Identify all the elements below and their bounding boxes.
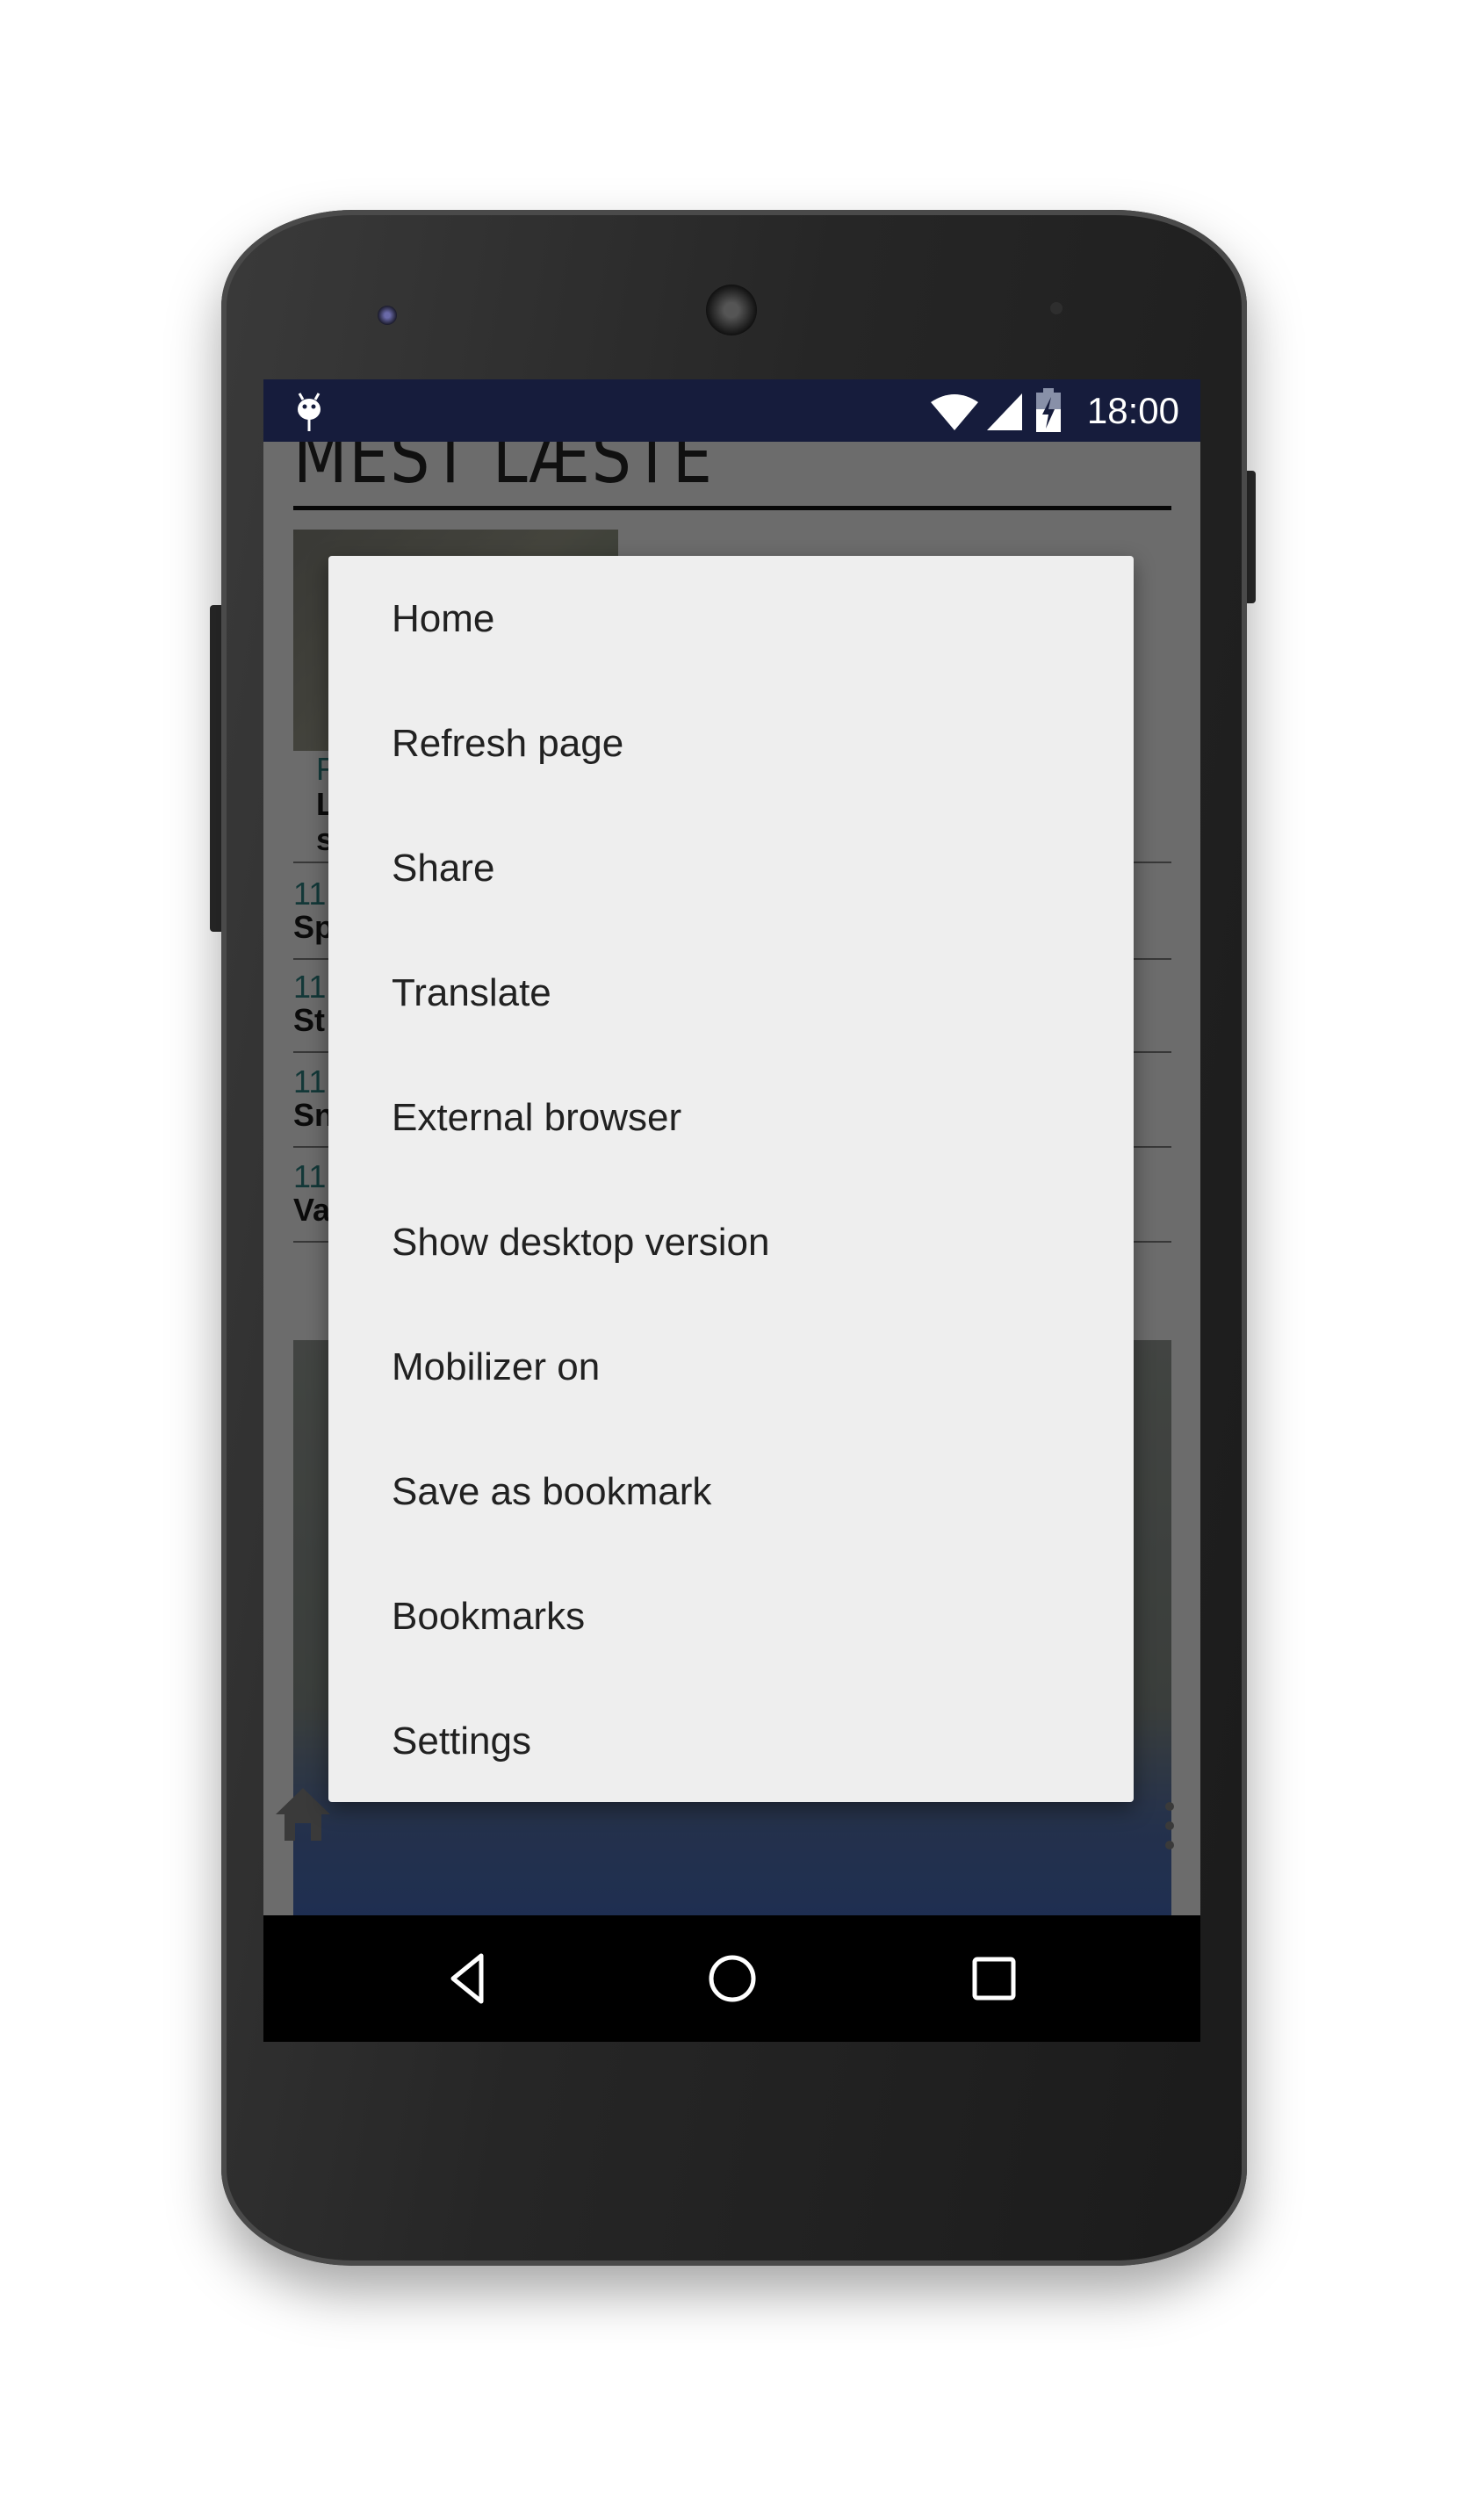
article-title: St — [293, 1002, 325, 1038]
cell-signal-icon — [987, 393, 1022, 430]
options-menu: Home Refresh page Share Translate Extern… — [328, 556, 1134, 1802]
menu-item-refresh-page[interactable]: Refresh page — [328, 681, 1134, 806]
menu-item-bookmarks[interactable]: Bookmarks — [328, 1554, 1134, 1679]
article-time: 11 — [293, 969, 327, 1005]
menu-item-external-browser[interactable]: External browser — [328, 1056, 1134, 1180]
menu-item-show-desktop-version[interactable]: Show desktop version — [328, 1180, 1134, 1305]
navigation-bar — [263, 1915, 1200, 2042]
status-time: 18:00 — [1086, 390, 1179, 431]
article-time: 11 — [293, 1158, 327, 1194]
headline-rule — [293, 506, 1171, 510]
menu-item-settings[interactable]: Settings — [328, 1679, 1134, 1804]
home-icon[interactable] — [274, 1784, 332, 1842]
volume-button — [210, 605, 221, 932]
home-nav-icon[interactable] — [704, 1950, 760, 2007]
screen: 18:00 MEST LÆSTE F L s 11 Sp 11 St 11 Sn 11… — [263, 379, 1200, 2042]
article-time: 11 — [293, 876, 327, 912]
menu-item-translate[interactable]: Translate — [328, 931, 1134, 1056]
menu-item-save-as-bookmark[interactable]: Save as bookmark — [328, 1430, 1134, 1554]
menu-item-home[interactable]: Home — [328, 557, 1134, 681]
back-icon[interactable] — [441, 1950, 497, 2007]
status-bar: 18:00 — [263, 379, 1200, 442]
proximity-sensor — [1050, 302, 1063, 314]
overflow-menu-icon[interactable] — [1165, 1802, 1174, 1849]
menu-item-share[interactable]: Share — [328, 806, 1134, 931]
article-title: Va — [293, 1192, 331, 1228]
menu-item-mobilizer-on[interactable]: Mobilizer on — [328, 1305, 1134, 1430]
earpiece-speaker — [706, 285, 757, 335]
android-debug-icon — [298, 393, 321, 431]
front-camera — [378, 306, 397, 325]
recents-icon[interactable] — [966, 1950, 1022, 2007]
article-time: 11 — [293, 1063, 327, 1099]
wifi-icon — [931, 394, 978, 430]
battery-charging-icon — [1036, 388, 1061, 432]
